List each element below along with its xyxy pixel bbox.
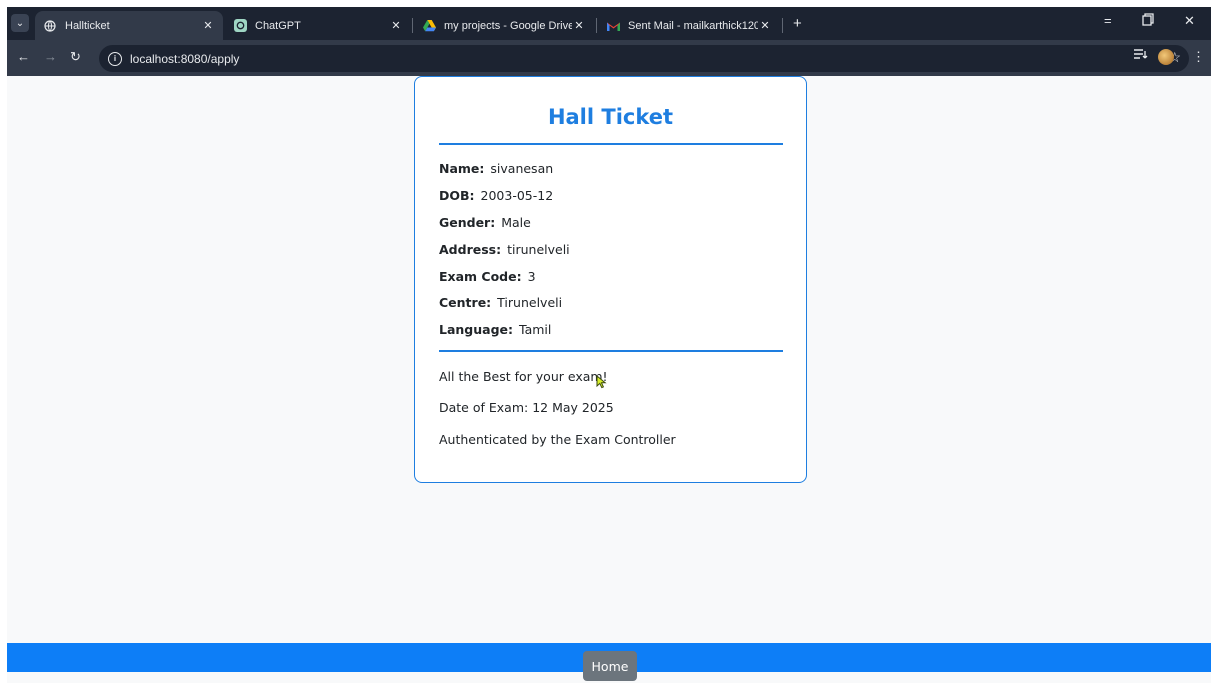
tab-hallticket[interactable]: Hallticket ✕ xyxy=(35,11,223,40)
back-icon[interactable]: ← xyxy=(17,49,30,64)
field-value: tirunelveli xyxy=(507,242,570,257)
reload-icon[interactable]: ↻ xyxy=(70,49,81,65)
field-value: Tirunelveli xyxy=(497,295,563,310)
chatgpt-icon xyxy=(233,19,247,33)
field-value: 3 xyxy=(527,269,536,284)
close-tab-icon[interactable]: ✕ xyxy=(758,19,772,32)
restore-icon[interactable] xyxy=(1142,13,1154,29)
home-button[interactable]: Home xyxy=(583,651,637,681)
profile-avatar-icon[interactable] xyxy=(1158,49,1174,65)
page-title: Hall Ticket xyxy=(547,105,674,129)
field-label: DOB: xyxy=(439,188,475,203)
field-centre: Centre: Tirunelveli xyxy=(439,295,562,310)
field-value: Tamil xyxy=(519,322,552,337)
globe-icon xyxy=(43,19,57,33)
tab-title: Hallticket xyxy=(65,19,110,32)
tab-separator xyxy=(782,18,783,33)
field-value: Male xyxy=(501,215,531,230)
new-tab-icon[interactable]: + xyxy=(793,15,802,32)
forward-icon[interactable]: → xyxy=(44,49,57,64)
more-menu-icon[interactable]: ⋮ xyxy=(1192,49,1205,65)
page-viewport: Hall Ticket Name: sivanesan DOB: 2003-05-1… xyxy=(7,76,1211,683)
best-wishes-text: All the Best for your exam! xyxy=(439,369,608,384)
field-label: Gender: xyxy=(439,215,496,230)
authentication-text: Authenticated by the Exam Controller xyxy=(439,432,676,447)
url-text[interactable]: localhost:8080/apply xyxy=(130,52,239,66)
tab-title: Sent Mail - mailkarthick1205@ xyxy=(628,19,758,32)
browser-window: ⌄ Hallticket ✕ ChatGPT ✕ my projects - G… xyxy=(7,7,1211,683)
field-label: Centre: xyxy=(439,295,492,310)
reading-list-icon[interactable] xyxy=(1134,48,1148,63)
close-tab-icon[interactable]: ✕ xyxy=(201,19,215,32)
browser-toolbar: ← → ↻ i localhost:8080/apply ☆ ⋮ xyxy=(7,40,1211,76)
divider xyxy=(439,350,783,352)
tab-separator xyxy=(596,18,597,33)
tab-search-icon[interactable]: ⌄ xyxy=(11,14,29,32)
close-tab-icon[interactable]: ✕ xyxy=(572,19,586,32)
field-label: Name: xyxy=(439,161,485,176)
field-address: Address: tirunelveli xyxy=(439,242,570,257)
field-label: Exam Code: xyxy=(439,269,522,284)
tab-title: my projects - Google Drive xyxy=(444,19,572,32)
tab-title: ChatGPT xyxy=(255,19,301,32)
divider xyxy=(439,143,783,145)
tab-strip: ⌄ Hallticket ✕ ChatGPT ✕ my projects - G… xyxy=(7,7,1211,40)
field-label: Address: xyxy=(439,242,502,257)
field-language: Language: Tamil xyxy=(439,322,551,337)
field-exam-code: Exam Code: 3 xyxy=(439,269,536,284)
field-gender: Gender: Male xyxy=(439,215,531,230)
close-window-icon[interactable]: ✕ xyxy=(1184,13,1195,29)
address-bar[interactable]: i localhost:8080/apply ☆ xyxy=(99,45,1189,72)
tab-separator xyxy=(412,18,413,33)
exam-date-text: Date of Exam: 12 May 2025 xyxy=(439,400,614,415)
hall-ticket-card: Hall Ticket Name: sivanesan DOB: 2003-05-1… xyxy=(414,76,807,483)
google-drive-icon xyxy=(422,19,436,33)
tab-google-drive[interactable]: my projects - Google Drive ✕ xyxy=(414,11,594,40)
gmail-icon xyxy=(606,19,620,33)
field-value: sivanesan xyxy=(490,161,554,176)
field-label: Language: xyxy=(439,322,514,337)
tab-gmail[interactable]: Sent Mail - mailkarthick1205@ ✕ xyxy=(598,11,780,40)
field-dob: DOB: 2003-05-12 xyxy=(439,188,553,203)
field-name: Name: sivanesan xyxy=(439,161,553,176)
field-value: 2003-05-12 xyxy=(480,188,554,203)
close-tab-icon[interactable]: ✕ xyxy=(389,19,403,32)
site-info-icon[interactable]: i xyxy=(108,51,122,66)
tab-chatgpt[interactable]: ChatGPT ✕ xyxy=(225,11,411,40)
minimize-icon[interactable]: = xyxy=(1104,13,1112,28)
